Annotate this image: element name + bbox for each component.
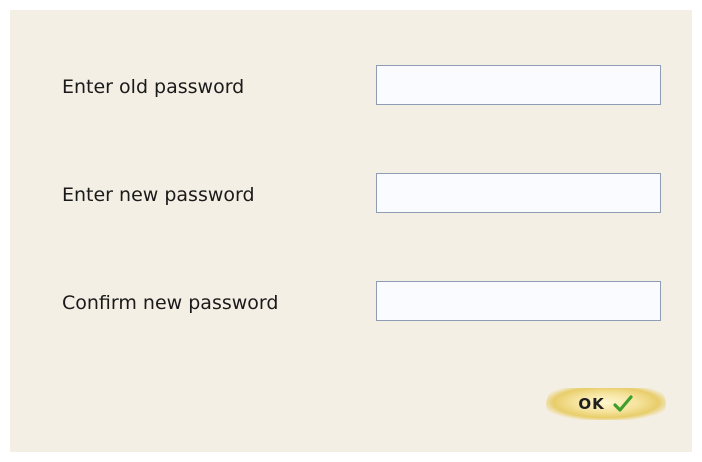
ok-button-label: OK xyxy=(578,395,605,413)
change-password-panel: Enter old password Enter new password Co… xyxy=(10,10,692,452)
check-icon xyxy=(612,393,634,415)
confirm-password-label: Confirm new password xyxy=(62,292,279,314)
new-password-input[interactable] xyxy=(376,173,661,213)
ok-button[interactable]: OK xyxy=(546,388,666,420)
confirm-password-input[interactable] xyxy=(376,281,661,321)
old-password-label: Enter old password xyxy=(62,76,245,98)
new-password-label: Enter new password xyxy=(62,184,255,206)
old-password-input[interactable] xyxy=(376,65,661,105)
